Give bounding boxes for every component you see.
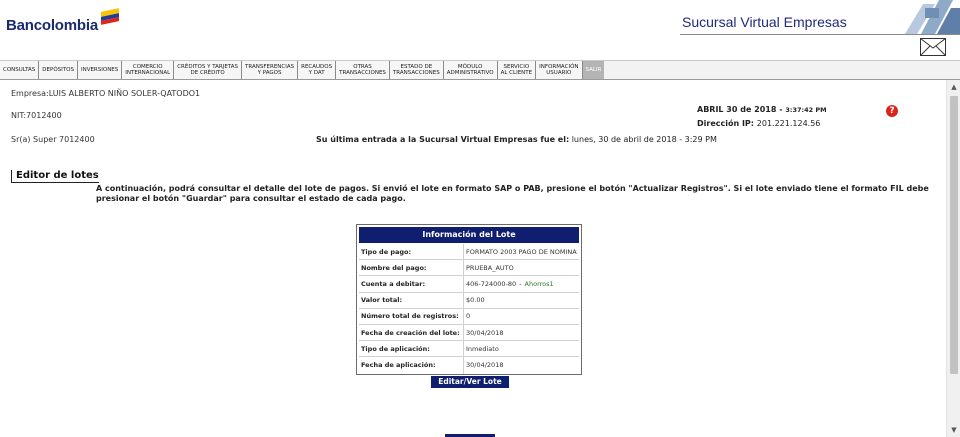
row-value: 0 xyxy=(466,312,471,321)
row-value: 30/04/2018 xyxy=(466,328,504,337)
nav-modulo-administrativo[interactable]: MÓDULO ADMINISTRATIVO xyxy=(443,61,498,79)
lote-info-table: Información del Lote Tipo de pago: FORMA… xyxy=(356,224,582,375)
ip-value: 201.221.124.56 xyxy=(756,119,821,128)
scroll-thumb[interactable] xyxy=(950,96,958,374)
nav-estado-transacciones[interactable]: ESTADO DE TRANSACCIONES xyxy=(389,61,444,79)
account-type: Ahorros1 xyxy=(524,279,554,288)
table-row: Tipo de aplicación: Inmediato xyxy=(359,341,579,358)
site-title: Sucursal Virtual Empresas xyxy=(682,14,847,30)
table-row: Cuenta a debitar: 406-724000-80 - Ahorro… xyxy=(359,276,579,293)
scroll-up-icon[interactable]: ▲ xyxy=(947,82,960,92)
date-text: ABRIL 30 de 2018 - xyxy=(697,105,786,114)
nav-comercio-internacional[interactable]: COMERCIO INTERNACIONAL xyxy=(122,61,175,79)
nav-recaudos-dat[interactable]: RECAUDOS Y DAT xyxy=(298,61,337,79)
main-content: Empresa:LUIS ALBERTO NIÑO SOLER-QATODO1 … xyxy=(0,80,946,437)
table-row: Nombre del pago: PRUEBA_AUTO xyxy=(359,260,579,277)
logo-text: Bancolombia xyxy=(6,17,98,34)
table-row: Fecha de creación del lote: 30/04/2018 xyxy=(359,324,579,342)
user-label: Sr(a) Super 7012400 xyxy=(11,135,95,144)
date-time: ABRIL 30 de 2018 - 3:37:42 PM xyxy=(697,105,827,114)
row-label: Valor total: xyxy=(359,292,464,308)
page-description: A continuación, podrá consultar el detal… xyxy=(96,184,929,203)
row-label: Tipo de aplicación: xyxy=(359,341,464,357)
ip-label: Dirección IP: xyxy=(697,119,757,128)
main-nav: CONSULTAS DEPÓSITOS INVERSIONES COMERCIO… xyxy=(0,60,960,80)
last-entry-value: lunes, 30 de abril de 2018 - 3:29 PM xyxy=(569,135,717,144)
last-entry: Su última entrada a la Sucursal Virtual … xyxy=(316,135,717,144)
row-label: Fecha de aplicación: xyxy=(359,357,464,374)
help-icon[interactable]: ? xyxy=(886,105,898,117)
last-entry-label: Su última entrada a la Sucursal Virtual … xyxy=(316,135,570,144)
row-value: 406-724000-80 - Ahorros1 xyxy=(464,276,579,291)
account-number: 406-724000-80 xyxy=(466,279,517,288)
nav-creditos-tarjetas[interactable]: CRÉDITOS Y TARJETAS DE CRÉDITO xyxy=(174,61,243,79)
account-separator: - xyxy=(519,279,522,288)
table-row: Tipo de pago: FORMATO 2003 PAGO DE NOMIN… xyxy=(359,244,579,261)
mail-icon[interactable] xyxy=(920,38,946,56)
nav-depositos[interactable]: DEPÓSITOS xyxy=(39,61,78,79)
page-title: Editor de lotes xyxy=(11,170,99,183)
nav-informacion-usuario[interactable]: INFORMACIÓN USUARIO xyxy=(536,61,583,79)
row-value: 30/04/2018 xyxy=(466,361,504,370)
row-label: Fecha de creación del lote: xyxy=(359,324,464,341)
row-label: Tipo de pago: xyxy=(359,244,464,260)
table-row: Valor total: $0.00 xyxy=(359,292,579,309)
nav-servicio-cliente[interactable]: SERVICIO AL CLIENTE xyxy=(497,61,537,79)
row-value: $0.00 xyxy=(466,296,485,305)
nav-transferencias-pagos[interactable]: TRANSFERENCIAS Y PAGOS xyxy=(242,61,299,79)
table-row: Número total de registros: 0 xyxy=(359,308,579,325)
lote-info-title: Información del Lote xyxy=(359,227,579,243)
time-text: 3:37:42 PM xyxy=(785,106,827,114)
row-value: FORMATO 2003 PAGO DE NOMINA xyxy=(466,247,577,256)
table-row: Fecha de aplicación: 30/04/2018 xyxy=(359,357,579,374)
nav-salir[interactable]: SALIR xyxy=(582,61,605,79)
nav-otras-transacciones[interactable]: OTRAS TRANSACCIONES xyxy=(336,61,390,79)
scroll-down-icon[interactable]: ▼ xyxy=(947,425,960,435)
edit-view-lote-button[interactable]: Editar/Ver Lote xyxy=(431,376,509,388)
row-label: Cuenta a debitar: xyxy=(359,276,464,292)
bancolombia-logo[interactable]: Bancolombia xyxy=(6,8,121,35)
ip-address: Dirección IP: 201.221.124.56 xyxy=(697,119,820,128)
row-value: Inmediato xyxy=(466,344,499,353)
logo-flag-icon xyxy=(99,8,121,25)
empresa-label: Empresa:LUIS ALBERTO NIÑO SOLER-QATODO1 xyxy=(11,89,201,98)
row-value: PRUEBA_AUTO xyxy=(466,263,514,272)
row-label: Número total de registros: xyxy=(359,308,464,324)
header-decoration-icon xyxy=(905,0,960,34)
nav-inversiones[interactable]: INVERSIONES xyxy=(77,61,123,79)
vertical-scrollbar[interactable]: ▲ ▼ xyxy=(946,80,960,437)
row-label: Nombre del pago: xyxy=(359,260,464,276)
nav-consultas[interactable]: CONSULTAS xyxy=(0,61,40,79)
header-divider xyxy=(680,34,960,35)
header: Bancolombia Sucursal Virtual Empresas xyxy=(0,0,960,60)
nit-label: NIT:7012400 xyxy=(11,111,62,120)
